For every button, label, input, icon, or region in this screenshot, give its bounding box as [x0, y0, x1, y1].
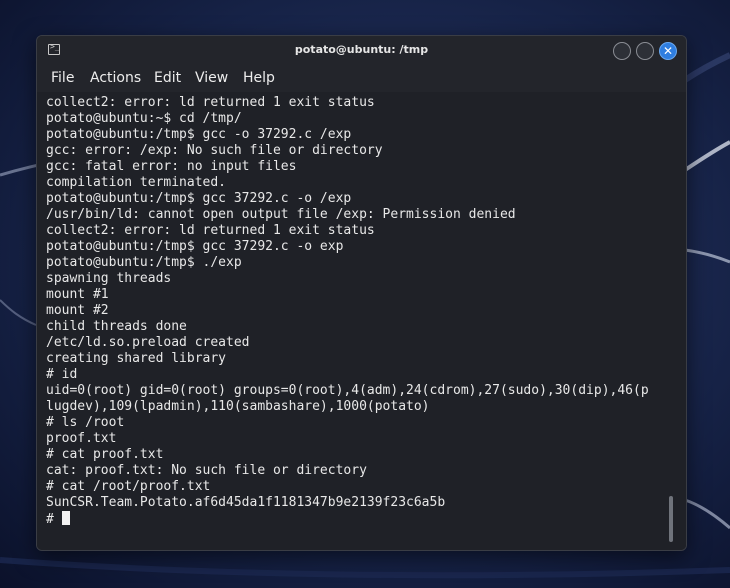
- terminal-line: # ls /root: [46, 415, 125, 430]
- terminal-line: spawning threads: [46, 271, 172, 286]
- terminal-line: collect2: error: ld returned 1 exit stat…: [46, 223, 375, 238]
- terminal-line: mount #2: [46, 303, 109, 318]
- scrollbar[interactable]: [669, 496, 673, 542]
- text-cursor: [61, 511, 70, 525]
- terminal-line: /usr/bin/ld: cannot open output file /ex…: [46, 207, 516, 222]
- terminal-line: potato@ubuntu:/tmp$ gcc -o 37292.c /exp: [46, 127, 352, 142]
- terminal-line: collect2: error: ld returned 1 exit stat…: [46, 95, 375, 110]
- terminal-line: # cat /root/proof.txt: [46, 479, 211, 494]
- terminal-line: compilation terminated.: [46, 175, 227, 190]
- terminal-line: gcc: fatal error: no input files: [46, 159, 297, 174]
- terminal-output: collect2: error: ld returned 1 exit stat…: [46, 95, 649, 528]
- terminal-line: potato@ubuntu:~$ cd /tmp/: [46, 111, 242, 126]
- terminal-window[interactable]: >_ potato@ubuntu: /tmp ✕ File Actions Ed…: [36, 35, 687, 551]
- terminal-line: potato@ubuntu:/tmp$ gcc 37292.c -o exp: [46, 239, 344, 254]
- menu-actions[interactable]: Actions: [90, 64, 141, 92]
- terminal-line: child threads done: [46, 319, 187, 334]
- terminal-line: /etc/ld.so.preload created: [46, 335, 250, 350]
- terminal-line: SunCSR.Team.Potato.af6d45da1f1181347b9e2…: [46, 495, 446, 510]
- menu-bar: File Actions Edit View Help: [37, 64, 686, 92]
- terminal-line: gcc: error: /exp: No such file or direct…: [46, 143, 383, 158]
- terminal-line: # cat proof.txt: [46, 447, 164, 462]
- terminal-output-area[interactable]: collect2: error: ld returned 1 exit stat…: [37, 92, 686, 550]
- terminal-line: potato@ubuntu:/tmp$ ./exp: [46, 255, 242, 270]
- terminal-prompt: #: [46, 512, 62, 527]
- maximize-icon[interactable]: [636, 42, 654, 60]
- close-icon[interactable]: ✕: [659, 42, 677, 60]
- terminal-line: lugdev),109(lpadmin),110(sambashare),100…: [46, 399, 430, 414]
- minimize-icon[interactable]: [613, 42, 631, 60]
- terminal-line: creating shared library: [46, 351, 227, 366]
- terminal-line: # id: [46, 367, 78, 382]
- menu-view[interactable]: View: [195, 64, 228, 92]
- terminal-line: potato@ubuntu:/tmp$ gcc 37292.c -o /exp: [46, 191, 352, 206]
- terminal-line: mount #1: [46, 287, 109, 302]
- menu-file[interactable]: File: [51, 64, 74, 92]
- terminal-line: uid=0(root) gid=0(root) groups=0(root),4…: [46, 383, 649, 398]
- terminal-line: proof.txt: [46, 431, 117, 446]
- title-bar[interactable]: >_ potato@ubuntu: /tmp ✕: [37, 36, 686, 64]
- menu-help[interactable]: Help: [243, 64, 275, 92]
- menu-edit[interactable]: Edit: [154, 64, 181, 92]
- window-title: potato@ubuntu: /tmp: [294, 43, 429, 56]
- terminal-line: cat: proof.txt: No such file or director…: [46, 463, 367, 478]
